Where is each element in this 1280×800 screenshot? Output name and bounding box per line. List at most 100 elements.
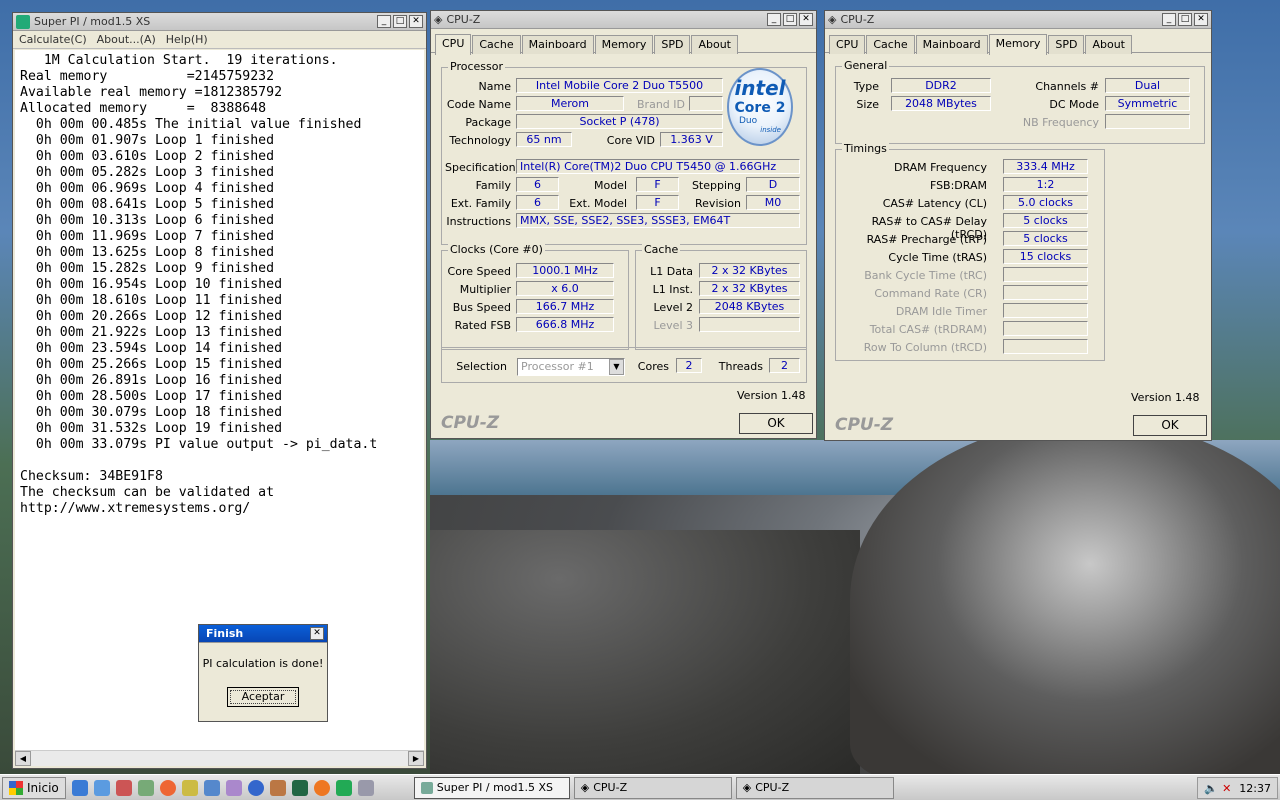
l1data-value: 2 x 32 KBytes [699, 263, 800, 278]
superpi-app-icon [420, 781, 433, 794]
app-icon[interactable] [181, 779, 198, 796]
console-line: http://www.xtremesystems.org/ [20, 501, 251, 516]
console-line: Allocated memory = 8388648 [20, 101, 267, 116]
network-icon[interactable]: ✕ [1222, 782, 1231, 795]
menu-help[interactable]: Help(H) [166, 33, 208, 46]
firefox-icon[interactable] [313, 779, 330, 796]
ok-button[interactable]: OK [739, 413, 813, 434]
brandid-label: Brand ID [637, 98, 685, 111]
console-line: 0h 00m 33.079s PI value output -> pi_dat… [20, 437, 378, 452]
app-icon[interactable] [357, 779, 374, 796]
l1data-label: L1 Data [650, 265, 693, 278]
console-line: 0h 00m 10.313s Loop 6 finished [20, 213, 275, 228]
tab-spd[interactable]: SPD [1048, 35, 1085, 54]
menu-calculate[interactable]: Calculate(C) [19, 33, 87, 46]
cores-label: Cores [637, 360, 669, 373]
tab-mainboard[interactable]: Mainboard [915, 35, 988, 54]
minimize-icon[interactable]: _ [377, 15, 391, 28]
tab-memory[interactable]: Memory [988, 34, 1048, 55]
aceptar-button[interactable]: Aceptar [227, 687, 299, 707]
ok-button[interactable]: OK [1133, 415, 1207, 436]
tab-cpu[interactable]: CPU [829, 35, 866, 54]
tab-memory[interactable]: Memory [594, 35, 654, 54]
revision-value: M0 [746, 195, 800, 210]
cpuz-memory-window: ◈ CPU-Z _ □ ✕ CPU Cache Mainboard Memory… [824, 10, 1212, 441]
start-label: Inicio [27, 780, 59, 795]
codename-label: Code Name [446, 98, 511, 111]
menu-about[interactable]: About...(A) [97, 33, 156, 46]
tab-cpu[interactable]: CPU [435, 34, 472, 55]
maximize-icon[interactable]: □ [1178, 13, 1192, 26]
maximize-icon[interactable]: □ [393, 15, 407, 28]
finish-titlebar[interactable]: Finish ✕ [199, 625, 327, 643]
family-label: Family [475, 179, 511, 192]
app-icon[interactable] [203, 779, 220, 796]
start-button[interactable]: Inicio [2, 776, 66, 799]
level3-label: Level 3 [653, 319, 693, 332]
clock: 12:37 [1239, 781, 1271, 795]
task-cpuz-2[interactable]: ◈ CPU-Z [735, 776, 894, 799]
corevid-value: 1.363 V [660, 132, 723, 147]
revision-label: Revision [695, 197, 741, 210]
close-icon[interactable]: ✕ [310, 627, 324, 640]
cpuz-cpu-window: ◈ CPU-Z _ □ ✕ CPU Cache Mainboard Memory… [430, 10, 817, 439]
task-label: Super PI / mod1.5 XS [436, 781, 554, 794]
volume-icon[interactable]: 🔈 [1204, 782, 1218, 795]
maximize-icon[interactable]: □ [783, 13, 797, 26]
app-icon[interactable] [225, 779, 242, 796]
console-line: 0h 00m 03.610s Loop 2 finished [20, 149, 275, 164]
extfamily-label: Ext. Family [450, 197, 511, 210]
model-value: F [636, 177, 679, 192]
superpi-app-icon [16, 14, 30, 29]
minimize-icon[interactable]: _ [1162, 13, 1176, 26]
tab-spd[interactable]: SPD [654, 35, 691, 54]
tab-mainboard[interactable]: Mainboard [521, 35, 594, 54]
cpuz-titlebar[interactable]: ◈ CPU-Z _ □ ✕ [431, 11, 816, 29]
cpuz-app-icon: ◈ [742, 781, 752, 794]
nbfrequency-label: NB Frequency [1022, 116, 1099, 129]
app-icon[interactable] [269, 779, 286, 796]
timing-label: RAS# Precharge (tRP) [866, 233, 987, 246]
horizontal-scrollbar[interactable]: ◀ ▶ [15, 750, 424, 766]
task-superpi[interactable]: Super PI / mod1.5 XS [413, 776, 570, 799]
app-icon[interactable] [291, 779, 308, 796]
console-line: 0h 00m 05.282s Loop 3 finished [20, 165, 275, 180]
app-icon[interactable] [159, 779, 176, 796]
ratedfsb-label: Rated FSB [454, 319, 511, 332]
media-player-icon[interactable] [247, 779, 264, 796]
minimize-icon[interactable]: _ [767, 13, 781, 26]
chevron-down-icon[interactable]: ▼ [609, 359, 624, 375]
tab-cache[interactable]: Cache [472, 35, 521, 54]
ratedfsb-value: 666.8 MHz [516, 317, 614, 332]
timing-label: DRAM Idle Timer [895, 305, 987, 318]
extfamily-value: 6 [516, 195, 559, 210]
timing-label: Cycle Time (tRAS) [888, 251, 987, 264]
stepping-label: Stepping [691, 179, 741, 192]
timing-value: 333.4 MHz [1003, 159, 1088, 174]
timing-label: Command Rate (CR) [874, 287, 987, 300]
console-line: 0h 00m 01.907s Loop 1 finished [20, 133, 275, 148]
ie-icon[interactable] [71, 779, 88, 796]
group-label: General [842, 59, 890, 72]
scroll-right-icon[interactable]: ▶ [408, 751, 424, 766]
app-icon[interactable] [335, 779, 352, 796]
tab-cache[interactable]: Cache [866, 35, 915, 54]
app-icon[interactable] [115, 779, 132, 796]
scroll-left-icon[interactable]: ◀ [15, 751, 31, 766]
extmodel-value: F [636, 195, 679, 210]
tab-about[interactable]: About [1085, 35, 1132, 54]
superpi-titlebar[interactable]: Super PI / mod1.5 XS _ □ ✕ [13, 13, 426, 31]
tab-about[interactable]: About [691, 35, 738, 54]
close-icon[interactable]: ✕ [1194, 13, 1208, 26]
name-label: Name [478, 80, 511, 93]
model-label: Model [593, 179, 627, 192]
window-title: Super PI / mod1.5 XS [34, 15, 151, 28]
app-icon[interactable] [137, 779, 154, 796]
close-icon[interactable]: ✕ [799, 13, 813, 26]
outlook-icon[interactable] [93, 779, 110, 796]
close-icon[interactable]: ✕ [409, 15, 423, 28]
package-label: Package [465, 116, 511, 129]
extmodel-label: Ext. Model [569, 197, 627, 210]
cpuz-titlebar[interactable]: ◈ CPU-Z _ □ ✕ [825, 11, 1211, 29]
task-cpuz-1[interactable]: ◈ CPU-Z [573, 776, 732, 799]
